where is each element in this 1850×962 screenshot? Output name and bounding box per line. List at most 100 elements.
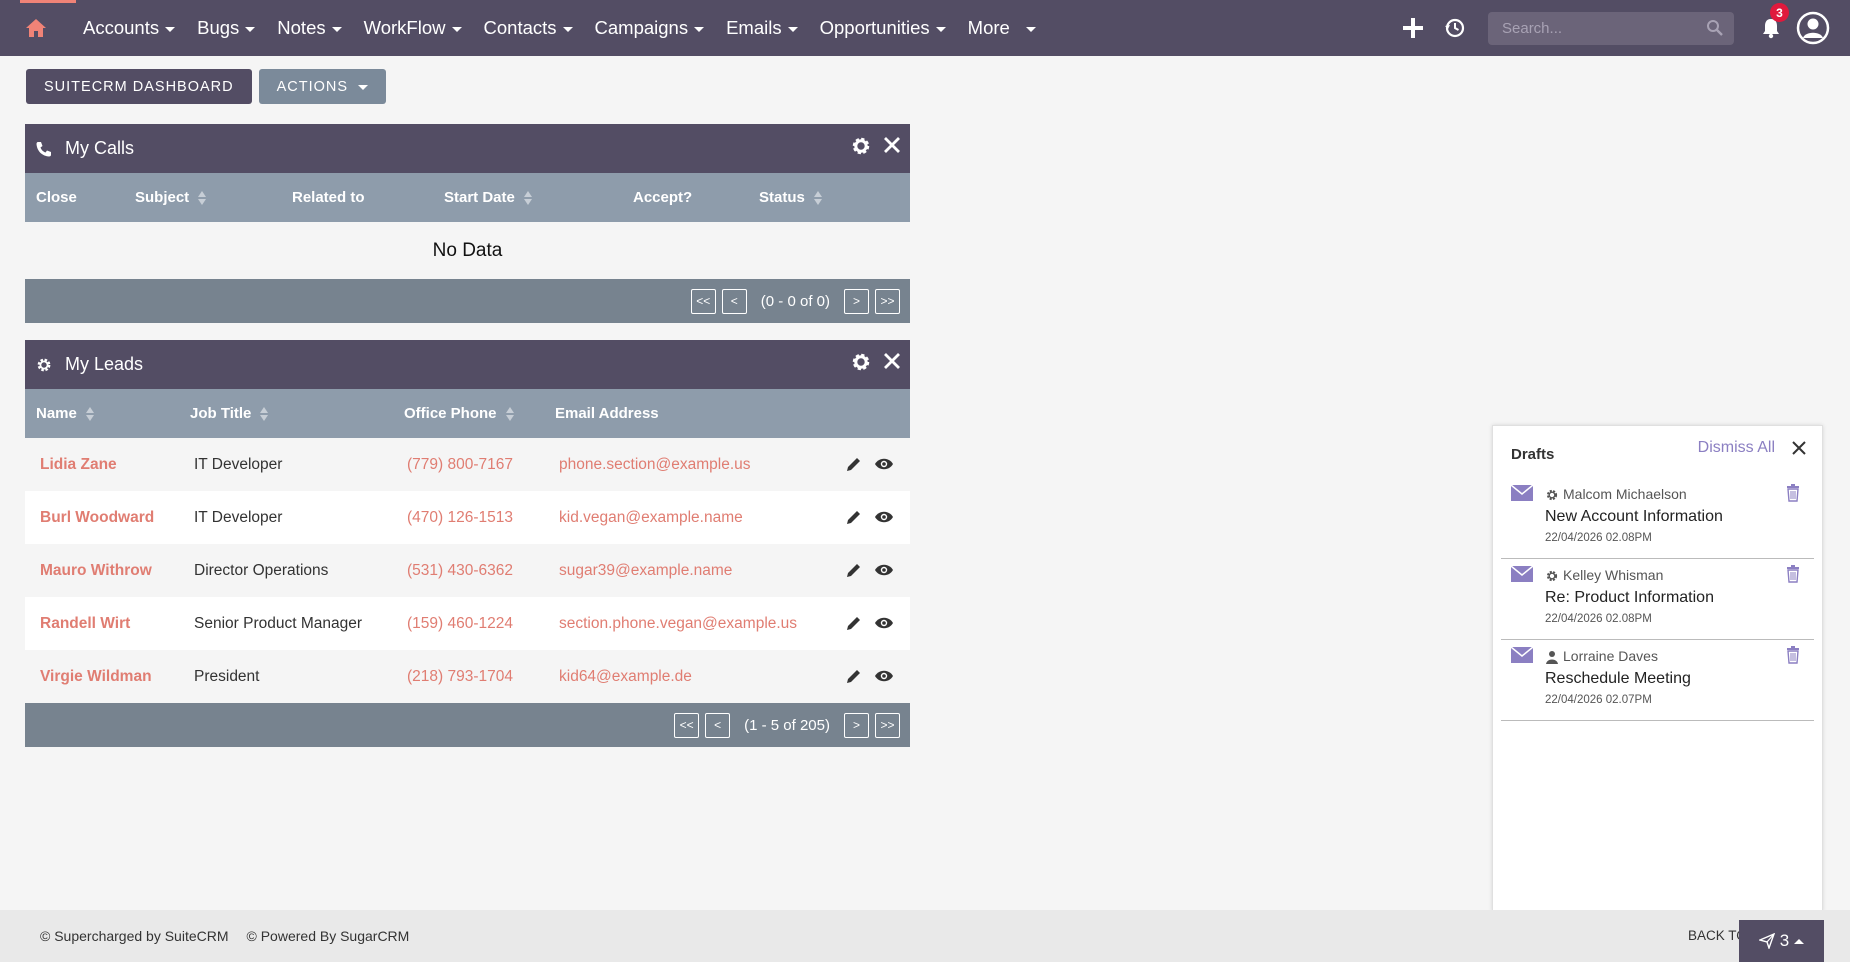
dashboard-tab-button[interactable]: SUITECRM DASHBOARD <box>26 69 252 104</box>
sort-icon[interactable] <box>813 190 822 206</box>
sort-icon[interactable] <box>505 406 514 422</box>
trash-icon[interactable] <box>1786 565 1800 583</box>
drafts-toggle-button[interactable]: 3 <box>1739 920 1824 962</box>
trash-icon[interactable] <box>1786 484 1800 502</box>
draft-item[interactable]: Malcom Michaelson New Account Informatio… <box>1501 478 1814 559</box>
job-title: IT Developer <box>194 508 283 526</box>
first-page-button[interactable]: << <box>674 712 700 738</box>
sort-icon[interactable] <box>198 190 207 206</box>
email-link[interactable]: sugar39@example.name <box>559 562 732 580</box>
lead-name-link[interactable]: Burl Woodward <box>40 509 154 527</box>
next-page-button[interactable]: > <box>844 712 869 738</box>
caret-down-icon <box>694 26 705 32</box>
global-search[interactable] <box>1488 11 1734 45</box>
column-header-name[interactable]: Name <box>36 405 94 422</box>
prev-page-button[interactable]: < <box>705 712 731 738</box>
close-icon[interactable] <box>1791 440 1807 456</box>
gear-icon[interactable] <box>850 351 872 373</box>
actions-dropdown-button[interactable]: ACTIONS <box>258 69 387 104</box>
sort-icon[interactable] <box>523 190 532 206</box>
sort-icon[interactable] <box>85 406 94 422</box>
caret-down-icon <box>331 26 342 32</box>
column-header-office-phone[interactable]: Office Phone <box>404 405 514 422</box>
view-eye-icon[interactable] <box>874 455 894 473</box>
notifications-button[interactable]: 3 <box>1750 0 1792 56</box>
gear-icon[interactable] <box>850 135 872 157</box>
empty-message-label: No Data <box>432 239 503 261</box>
nav-contacts[interactable]: Contacts <box>473 0 584 56</box>
edit-pencil-icon[interactable] <box>845 561 863 579</box>
column-header-job-title[interactable]: Job Title <box>190 405 269 422</box>
gear-icon <box>1546 570 1558 582</box>
drafts-title: Drafts <box>1511 445 1555 463</box>
nav-opportunities[interactable]: Opportunities <box>809 0 957 56</box>
search-icon[interactable] <box>1706 19 1724 37</box>
nav-accounts[interactable]: Accounts <box>72 0 186 56</box>
phone-link[interactable]: (531) 430-6362 <box>407 562 513 580</box>
edit-pencil-icon[interactable] <box>845 508 863 526</box>
home-button[interactable] <box>0 0 76 56</box>
gear-icon <box>1546 489 1558 501</box>
edit-pencil-icon[interactable] <box>845 455 863 473</box>
phone-link[interactable]: (470) 126-1513 <box>407 509 513 527</box>
dashlet-title: My Calls <box>65 138 135 158</box>
supercharged-link[interactable]: © Supercharged by SuiteCRM <box>40 928 229 944</box>
caret-down-icon <box>787 26 798 32</box>
lead-name-link[interactable]: Virgie Wildman <box>40 668 152 686</box>
last-page-button[interactable]: >> <box>875 288 900 314</box>
view-eye-icon[interactable] <box>874 667 894 685</box>
actions-label: ACTIONS <box>276 78 349 95</box>
close-icon[interactable] <box>882 135 902 155</box>
draft-item[interactable]: Kelley Whisman Re: Product Information 2… <box>1501 559 1814 640</box>
prev-page-button[interactable]: < <box>721 288 747 314</box>
column-header-subject[interactable]: Subject <box>135 189 207 206</box>
user-menu-button[interactable] <box>1792 0 1834 56</box>
email-link[interactable]: kid64@example.de <box>559 668 692 686</box>
edit-pencil-icon[interactable] <box>845 667 863 685</box>
sort-icon[interactable] <box>260 406 269 422</box>
nav-campaigns[interactable]: Campaigns <box>584 0 716 56</box>
close-icon[interactable] <box>882 351 902 371</box>
email-link[interactable]: section.phone.vegan@example.us <box>559 615 797 633</box>
view-eye-icon[interactable] <box>874 614 894 632</box>
email-link[interactable]: kid.vegan@example.name <box>559 509 743 527</box>
column-header-email: Email Address <box>555 405 659 422</box>
create-button[interactable] <box>1392 0 1434 56</box>
nav-notes[interactable]: Notes <box>266 0 352 56</box>
lead-name-link[interactable]: Randell Wirt <box>40 615 130 633</box>
column-header-start-date[interactable]: Start Date <box>444 189 532 206</box>
nav-label: Campaigns <box>594 17 689 38</box>
search-input[interactable] <box>1488 11 1734 45</box>
table-row: Burl Woodward IT Developer (470) 126-151… <box>25 491 910 544</box>
powered-by-link[interactable]: © Powered By SugarCRM <box>247 928 410 944</box>
nav-workflow[interactable]: WorkFlow <box>353 0 473 56</box>
edit-pencil-icon[interactable] <box>845 614 863 632</box>
phone-link[interactable]: (779) 800-7167 <box>407 456 513 474</box>
next-page-button[interactable]: > <box>844 288 869 314</box>
phone-link[interactable]: (159) 460-1224 <box>407 615 513 633</box>
nav-bugs[interactable]: Bugs <box>186 0 266 56</box>
job-title: IT Developer <box>194 455 283 473</box>
nav-label: Contacts <box>483 17 557 38</box>
recently-viewed-button[interactable] <box>1434 0 1476 56</box>
header-label: Name <box>36 405 77 422</box>
last-page-button[interactable]: >> <box>875 712 900 738</box>
phone-link[interactable]: (218) 793-1704 <box>407 668 513 686</box>
lead-name-link[interactable]: Lidia Zane <box>40 456 117 474</box>
column-header-status[interactable]: Status <box>759 189 822 206</box>
email-link[interactable]: phone.section@example.us <box>559 456 751 474</box>
first-page-button[interactable]: << <box>690 288 716 314</box>
dismiss-all-button[interactable]: Dismiss All <box>1698 439 1775 457</box>
draft-date: 22/04/2026 02.07PM <box>1545 694 1652 706</box>
user-avatar-icon <box>1796 11 1830 45</box>
view-eye-icon[interactable] <box>874 561 894 579</box>
my-calls-dashlet: My Calls Close Subject Related to Start … <box>25 124 910 323</box>
nav-more[interactable]: More <box>957 0 1047 56</box>
nav-emails[interactable]: Emails <box>715 0 809 56</box>
draft-item[interactable]: Lorraine Daves Reschedule Meeting 22/04/… <box>1501 640 1814 721</box>
trash-icon[interactable] <box>1786 646 1800 664</box>
lead-name-link[interactable]: Mauro Withrow <box>40 562 152 580</box>
header-label: Office Phone <box>404 405 497 422</box>
back-to-top-link[interactable]: BACK TO TOP <box>1688 928 1740 943</box>
view-eye-icon[interactable] <box>874 508 894 526</box>
